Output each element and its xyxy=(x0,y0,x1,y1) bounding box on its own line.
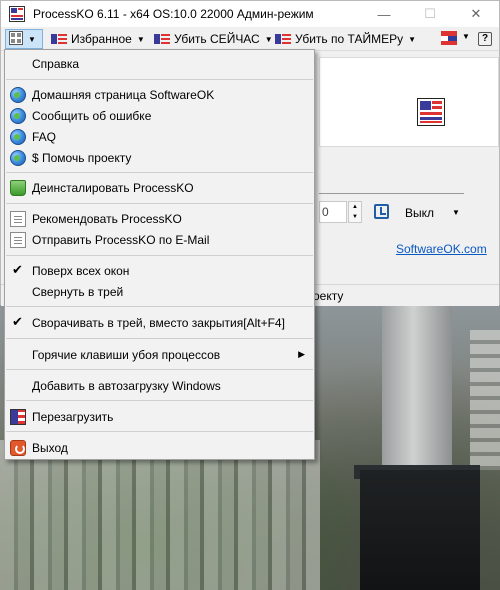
maximize-button[interactable]: ☐ xyxy=(407,1,453,27)
window-controls: — ☐ ✕ xyxy=(361,1,499,27)
submenu-arrow-icon: ▶ xyxy=(298,349,305,359)
timer-value-field[interactable]: 0 xyxy=(319,201,347,223)
menu-item-tray-instead-close[interactable]: ✔ Сворачивать в трей, вместо закрытия[Al… xyxy=(6,312,313,333)
menu-item-help[interactable]: Справка xyxy=(6,53,313,74)
menu-separator xyxy=(6,431,313,432)
exit-icon xyxy=(10,440,26,456)
kill-timer-icon xyxy=(275,33,291,45)
menu-separator xyxy=(6,369,313,370)
kill-timer-menu[interactable]: Убить по ТАЙМЕРу ▼ xyxy=(275,27,416,51)
menu-item-minimize-to-tray[interactable]: Свернуть в трей xyxy=(6,281,313,302)
menu-grid-icon xyxy=(9,30,23,48)
statue-base xyxy=(360,470,480,590)
chevron-down-icon[interactable]: ▼ xyxy=(462,32,470,41)
globe-icon xyxy=(10,87,26,103)
menu-item-label: Домашняя страница SoftwareOK xyxy=(32,87,215,102)
menu-item-label: FAQ xyxy=(32,129,57,144)
menu-item-donate[interactable]: $ Помочь проекту xyxy=(6,147,313,168)
menu-item-label: Деинсталировать ProcessKO xyxy=(32,180,194,195)
menu-item-label: Перезагрузить xyxy=(32,409,114,424)
menu-item-label: Поверх всех окон xyxy=(32,263,130,278)
favorites-icon xyxy=(51,33,67,45)
chevron-down-icon: ▼ xyxy=(136,34,145,44)
wallpaper-city-right xyxy=(470,330,500,470)
close-button[interactable]: ✕ xyxy=(453,1,499,27)
menu-item-always-on-top[interactable]: ✔ Поверх всех окон xyxy=(6,260,313,281)
menu-item-uninstall[interactable]: Деинсталировать ProcessKO xyxy=(6,177,313,198)
process-list-panel xyxy=(319,57,499,147)
main-menu-button[interactable]: ▼ xyxy=(5,29,43,49)
menu-item-exit[interactable]: Выход xyxy=(6,437,313,458)
menu-item-label: Справка xyxy=(32,56,80,71)
favorites-menu[interactable]: Избранное ▼ xyxy=(51,27,145,51)
wallpaper-statue xyxy=(354,305,480,590)
menu-separator xyxy=(6,400,313,401)
main-dropdown-menu: Справка Домашняя страница SoftwareOK Соо… xyxy=(4,49,315,460)
kill-now-menu[interactable]: Убить СЕЙЧАС ▼ xyxy=(154,27,273,51)
document-icon xyxy=(10,211,26,227)
minimize-button[interactable]: — xyxy=(361,1,407,27)
processko-app-icon xyxy=(9,6,25,22)
menu-item-recommend[interactable]: Рекомендовать ProcessKO xyxy=(6,208,313,229)
statue-body xyxy=(382,305,452,475)
chevron-down-icon: ▼ xyxy=(28,34,36,44)
menu-item-label: $ Помочь проекту xyxy=(32,150,132,165)
help-button[interactable]: ? xyxy=(478,32,492,46)
menu-separator xyxy=(6,255,313,256)
processko-logo-icon xyxy=(417,98,445,126)
menu-item-restart[interactable]: Перезагрузить xyxy=(6,406,313,427)
globe-icon xyxy=(10,129,26,145)
spin-down-icon[interactable]: ▼ xyxy=(352,214,358,220)
menu-separator xyxy=(6,338,313,339)
title-bar[interactable]: ProcessKO 6.11 - x64 OS:10.0 22000 Админ… xyxy=(1,1,499,27)
check-icon: ✔ xyxy=(12,262,23,277)
status-text: оекту xyxy=(313,289,344,303)
language-flag-icon[interactable] xyxy=(441,31,457,45)
wallpaper-city xyxy=(0,440,320,590)
softwareok-link[interactable]: SoftwareOK.com xyxy=(396,242,487,256)
menu-item-label: Добавить в автозагрузку Windows xyxy=(32,378,221,393)
group-divider xyxy=(319,193,464,194)
favorites-label: Избранное xyxy=(71,32,132,46)
recycle-bin-icon xyxy=(10,180,26,196)
document-icon xyxy=(10,232,26,248)
menu-item-label: Отправить ProcessKO по E-Mail xyxy=(32,232,210,247)
globe-icon xyxy=(10,108,26,124)
processko-icon xyxy=(10,409,26,425)
chevron-down-icon: ▼ xyxy=(264,34,273,44)
chevron-down-icon[interactable]: ▼ xyxy=(452,208,460,217)
menu-item-label: Свернуть в трей xyxy=(32,284,124,299)
menu-item-label: Сообщить об ошибке xyxy=(32,108,152,123)
toolbar: ▼ Избранное ▼ Убить СЕЙЧАС ▼ Убить по ТА… xyxy=(1,27,499,51)
check-icon: ✔ xyxy=(12,314,23,329)
menu-item-report-bug[interactable]: Сообщить об ошибке xyxy=(6,105,313,126)
kill-timer-label: Убить по ТАЙМЕРу xyxy=(295,32,404,46)
globe-icon xyxy=(10,150,26,166)
menu-item-hotkeys[interactable]: Горячие клавиши убоя процессов ▶ xyxy=(6,344,313,365)
menu-separator xyxy=(6,79,313,80)
menu-item-homepage[interactable]: Домашняя страница SoftwareOK xyxy=(6,84,313,105)
menu-separator xyxy=(6,203,313,204)
menu-separator xyxy=(6,306,313,307)
timer-icon[interactable] xyxy=(374,204,389,219)
window-title: ProcessKO 6.11 - x64 OS:10.0 22000 Админ… xyxy=(33,7,314,21)
menu-item-send-email[interactable]: Отправить ProcessKO по E-Mail xyxy=(6,229,313,250)
menu-item-label: Горячие клавиши убоя процессов xyxy=(32,347,221,362)
spin-up-icon[interactable]: ▲ xyxy=(352,204,358,210)
kill-now-label: Убить СЕЙЧАС xyxy=(174,32,260,46)
timer-spinner[interactable]: ▲ ▼ xyxy=(348,201,362,223)
menu-item-label: Выход xyxy=(32,440,68,455)
menu-item-autostart[interactable]: Добавить в автозагрузку Windows xyxy=(6,375,313,396)
menu-item-label: Рекомендовать ProcessKO xyxy=(32,211,182,226)
chevron-down-icon: ▼ xyxy=(408,34,417,44)
timer-mode-select[interactable]: Выкл xyxy=(405,206,434,220)
menu-separator xyxy=(6,172,313,173)
kill-now-icon xyxy=(154,33,170,45)
menu-item-faq[interactable]: FAQ xyxy=(6,126,313,147)
menu-item-label: Сворачивать в трей, вместо закрытия[Alt+… xyxy=(32,315,285,330)
